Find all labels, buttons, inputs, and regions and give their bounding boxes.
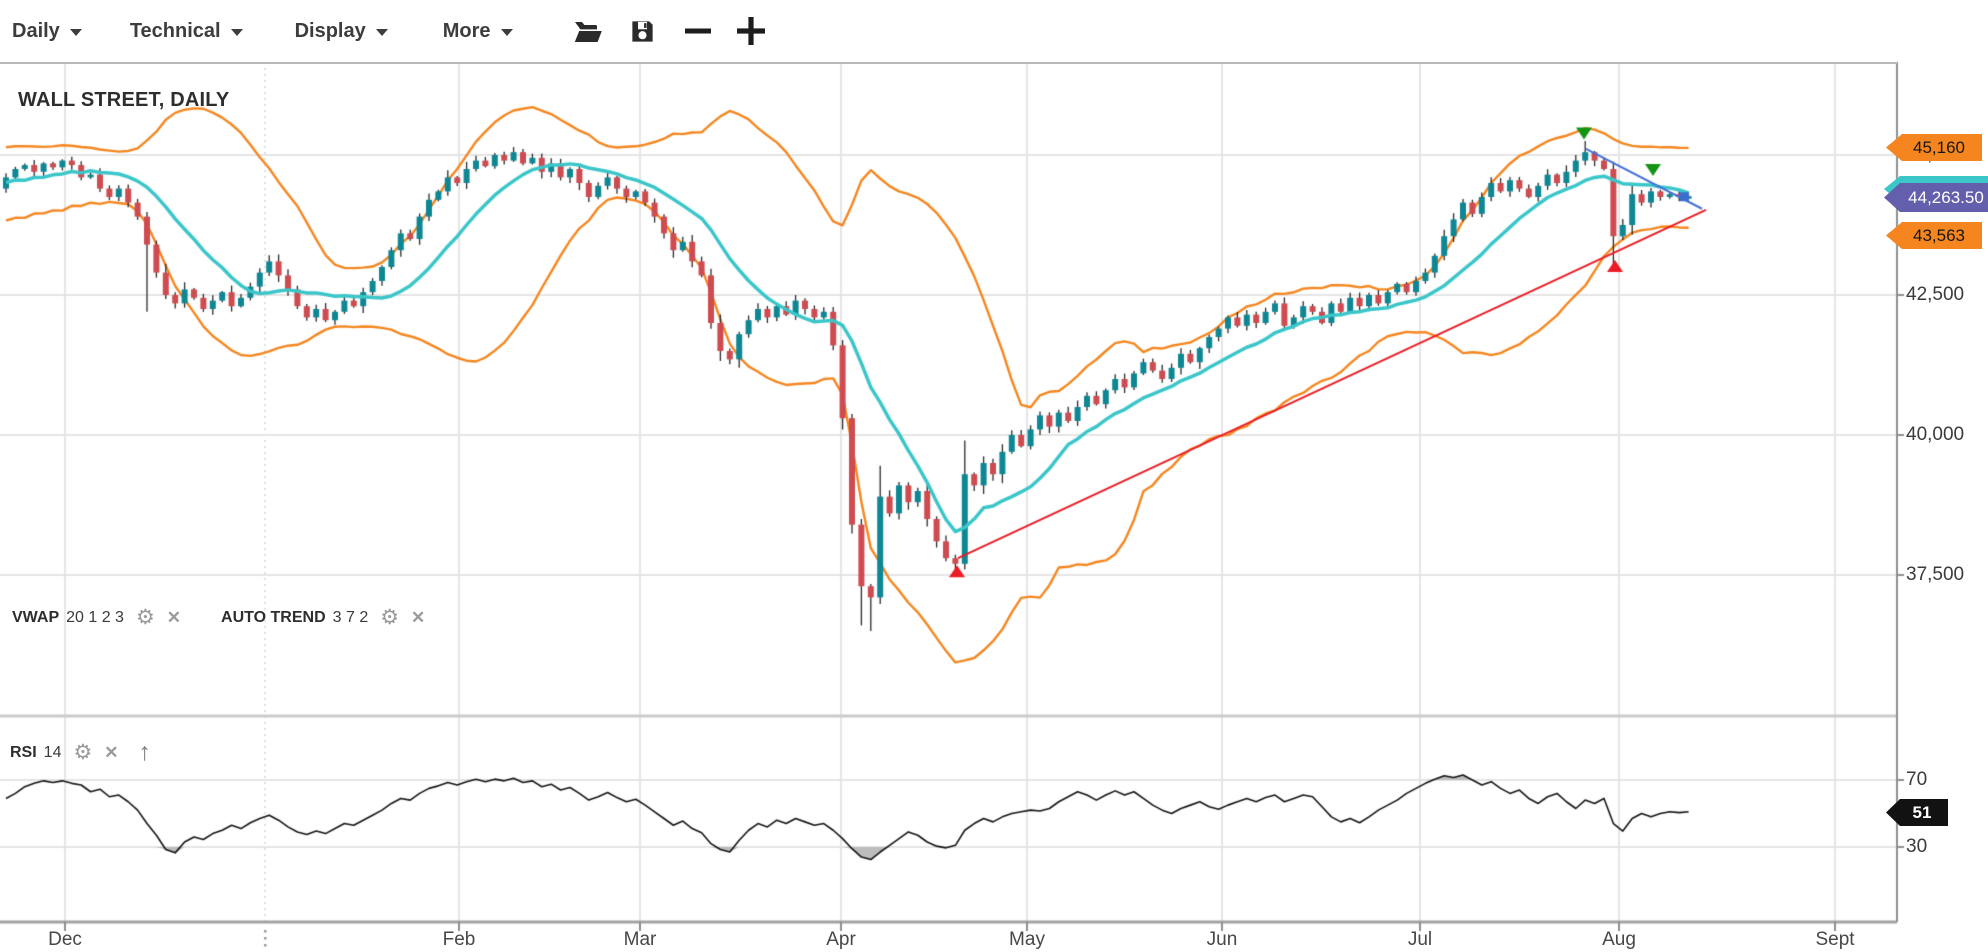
chevron-down-icon [70, 29, 82, 36]
more-menu[interactable]: More [443, 20, 513, 43]
display-menu[interactable]: Display [295, 20, 388, 43]
close-icon[interactable]: ✕ [167, 609, 181, 626]
auto-trend-indicator-label: AUTO TREND [221, 609, 326, 627]
chevron-down-icon [501, 29, 513, 36]
gear-icon[interactable]: ⚙ [73, 742, 92, 763]
save-icon[interactable] [629, 18, 656, 45]
overlay-indicator-row: VWAP 20 1 2 3 ⚙ ✕ AUTO TREND 3 7 2 ⚙ ✕ [12, 607, 425, 628]
month-axis-label: Apr [811, 929, 871, 951]
month-axis-label: Jun [1192, 929, 1252, 951]
gear-icon[interactable]: ⚙ [380, 607, 399, 628]
month-axis-label: Feb [429, 929, 489, 951]
timeframe-menu-label: Daily [12, 20, 60, 43]
upper-band-price-badge: 45,160 [1886, 134, 1982, 161]
vwap-indicator-label: VWAP [12, 609, 59, 627]
price-axis-label: 42,500 [1906, 284, 1964, 306]
technical-menu[interactable]: Technical [130, 20, 243, 43]
rsi-axis-label: 30 [1906, 836, 1927, 858]
page-title: WALL STREET, DAILY [18, 89, 229, 112]
last-price-badge: 44,263.50 [1884, 183, 1988, 212]
gear-icon[interactable]: ⚙ [136, 607, 155, 628]
toolbar: Daily Technical Display More [0, 0, 1897, 64]
zoom-out-icon[interactable] [684, 17, 712, 45]
chart-canvas[interactable] [0, 0, 1988, 952]
rsi-indicator-params: 14 [44, 744, 62, 762]
month-axis-label: Sept [1805, 929, 1865, 951]
move-pane-up-icon[interactable]: ↑ [139, 740, 152, 765]
rsi-indicator-label: RSI [10, 744, 37, 762]
rsi-indicator-row: RSI 14 ⚙ ✕ ↑ [10, 740, 151, 765]
rsi-axis-label: 70 [1906, 769, 1927, 791]
trading-chart-app: Daily Technical Display More [0, 0, 1988, 952]
more-menu-label: More [443, 20, 491, 43]
price-axis-label: 40,000 [1906, 424, 1964, 446]
month-axis-label: Dec [35, 929, 95, 951]
timeframe-menu[interactable]: Daily [12, 20, 82, 43]
zoom-in-icon[interactable] [736, 16, 766, 46]
vwap-indicator-params: 20 1 2 3 [66, 609, 124, 627]
month-axis-label: Jul [1390, 929, 1450, 951]
lower-band-price-badge: 43,563 [1886, 222, 1982, 249]
close-icon[interactable]: ✕ [104, 744, 118, 761]
chevron-down-icon [231, 29, 243, 36]
month-axis-label: May [997, 929, 1057, 951]
month-axis-label: Aug [1589, 929, 1649, 951]
display-menu-label: Display [295, 20, 366, 43]
month-axis-label: Mar [610, 929, 670, 951]
folder-open-icon[interactable] [573, 18, 603, 44]
chevron-down-icon [376, 29, 388, 36]
close-icon[interactable]: ✕ [411, 609, 425, 626]
price-axis-label: 37,500 [1906, 564, 1964, 586]
auto-trend-indicator-params: 3 7 2 [333, 609, 369, 627]
technical-menu-label: Technical [130, 20, 221, 43]
